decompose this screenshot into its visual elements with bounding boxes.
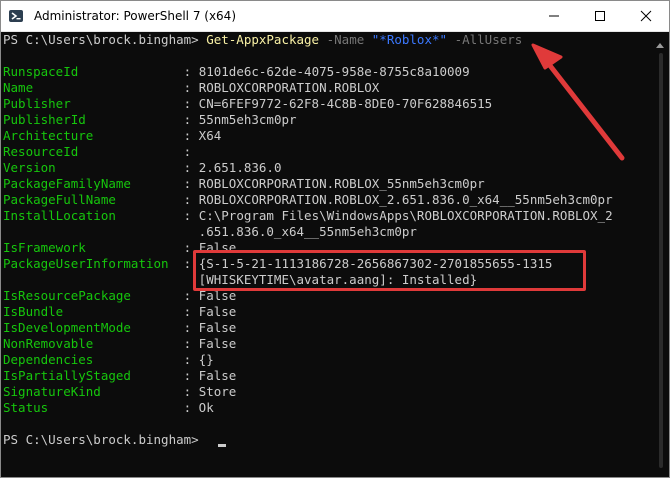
powershell-window: Administrator: PowerShell 7 (x64) PS C:\… bbox=[0, 0, 670, 478]
arrow-annotation bbox=[531, 43, 625, 161]
